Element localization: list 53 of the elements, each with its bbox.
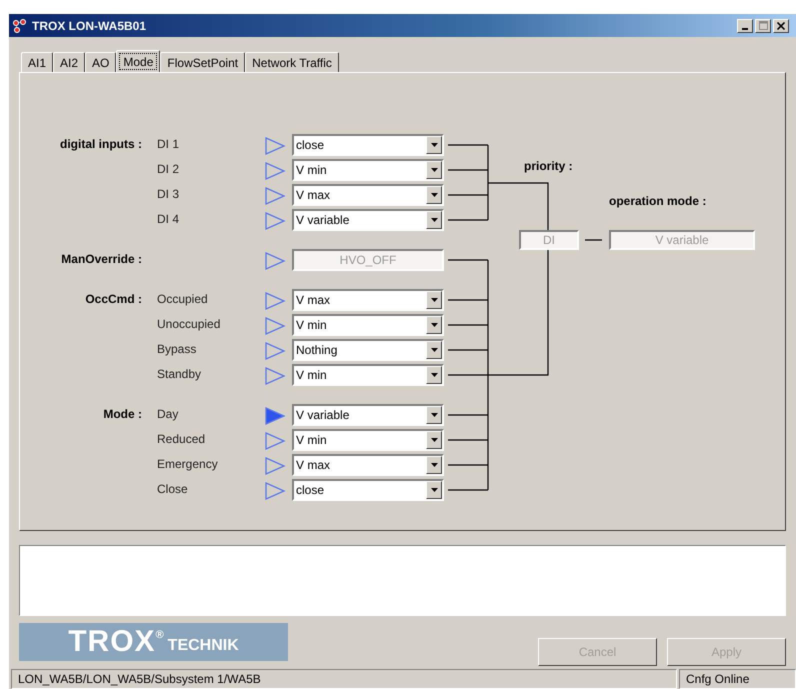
mode-dropdown[interactable]: V min bbox=[292, 364, 444, 386]
tab[interactable]: AI2 bbox=[53, 52, 86, 72]
priority-field: DI bbox=[519, 230, 579, 250]
status-path: LON_WA5B/LON_WA5B/Subsystem 1/WA5B bbox=[11, 669, 677, 689]
group-label: Mode : bbox=[102, 406, 142, 423]
input-label: Reduced bbox=[157, 432, 206, 446]
tab[interactable]: Mode bbox=[116, 50, 160, 73]
input-label: DI 1 bbox=[157, 137, 180, 151]
mode-dropdown[interactable]: V min bbox=[292, 159, 444, 181]
connector-line bbox=[585, 239, 602, 241]
tab[interactable]: Network Traffic bbox=[245, 52, 339, 72]
input-label: Day bbox=[157, 407, 178, 421]
priority-label: priority : bbox=[524, 159, 573, 173]
mode-dropdown[interactable]: V variable bbox=[292, 404, 444, 426]
group-label: OccCmd : bbox=[84, 291, 142, 308]
mode-dropdown[interactable]: V max bbox=[292, 184, 444, 206]
tab[interactable]: AO bbox=[85, 52, 116, 72]
mode-dropdown[interactable]: V min bbox=[292, 314, 444, 336]
input-label: DI 4 bbox=[157, 212, 180, 226]
mode-dropdown[interactable]: Nothing bbox=[292, 339, 444, 361]
logo-suffix: TECHNIK bbox=[168, 637, 239, 655]
mode-dropdown[interactable]: V max bbox=[292, 289, 444, 311]
registered-mark: ® bbox=[156, 629, 164, 641]
input-label: Close bbox=[157, 482, 188, 496]
input-label: DI 3 bbox=[157, 187, 180, 201]
minimize-icon bbox=[742, 28, 748, 30]
mode-dropdown[interactable]: V max bbox=[292, 454, 444, 476]
mode-dropdown[interactable]: V variable bbox=[292, 209, 444, 231]
close-button[interactable] bbox=[773, 18, 789, 32]
mode-dropdown[interactable]: close bbox=[292, 479, 444, 501]
group-label: digital inputs : bbox=[59, 136, 142, 153]
logo-wordmark: TROX bbox=[68, 625, 156, 659]
tab[interactable]: FlowSetPoint bbox=[160, 52, 246, 72]
status-state: Cnfg Online bbox=[679, 669, 796, 689]
tab[interactable]: AI1 bbox=[21, 52, 54, 72]
close-icon bbox=[777, 22, 785, 30]
maximize-icon bbox=[758, 21, 768, 30]
value-field: HVO_OFF bbox=[292, 249, 444, 271]
minimize-button[interactable] bbox=[737, 18, 753, 32]
input-label: Bypass bbox=[157, 342, 196, 356]
operation-mode-field: V variable bbox=[609, 230, 755, 250]
input-label: Emergency bbox=[157, 457, 218, 471]
input-label: Occupied bbox=[157, 292, 208, 306]
input-label: DI 2 bbox=[157, 162, 180, 176]
group-label: ManOverride : bbox=[60, 251, 142, 268]
input-label: Standby bbox=[157, 367, 202, 381]
mode-dropdown[interactable]: close bbox=[292, 134, 444, 156]
input-label: Unoccupied bbox=[157, 317, 220, 331]
window-title: TROX LON-WA5B01 bbox=[32, 18, 148, 32]
operation-mode-label: operation mode : bbox=[609, 194, 706, 208]
mode-dropdown[interactable]: V min bbox=[292, 429, 444, 451]
network-nodes-icon bbox=[12, 18, 28, 34]
maximize-button[interactable] bbox=[755, 18, 771, 32]
